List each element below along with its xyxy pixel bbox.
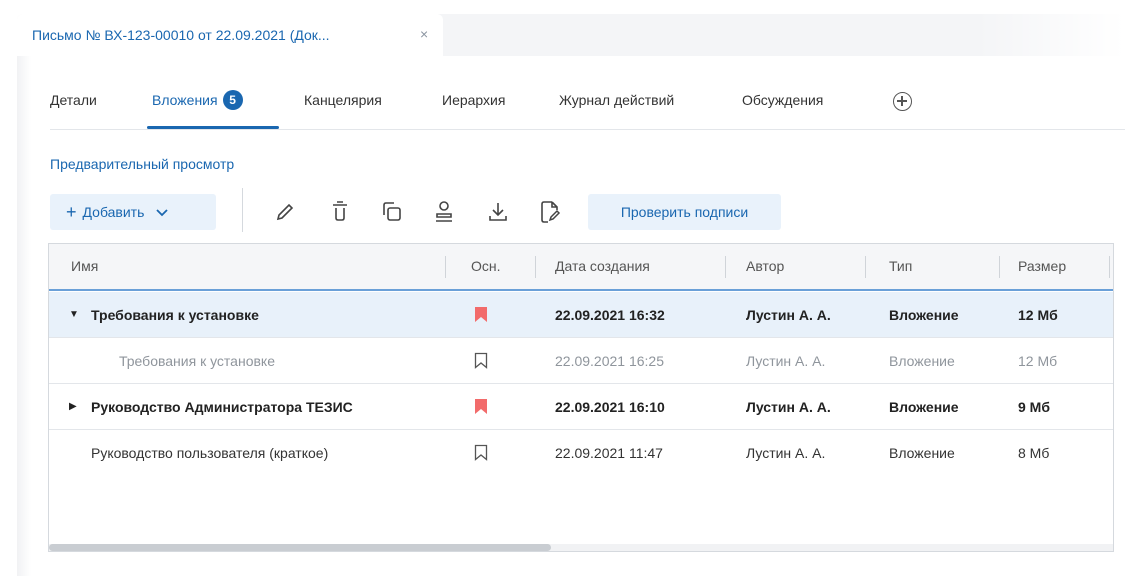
column-header-author[interactable]: Автор xyxy=(746,244,784,289)
plus-icon: + xyxy=(66,202,77,222)
cell-name: Требования к установке xyxy=(119,353,275,369)
tabs-divider xyxy=(50,129,1125,130)
cell-name: Руководство Администратора ТЕЗИС xyxy=(91,399,353,415)
preview-link[interactable]: Предварительный просмотр xyxy=(50,156,234,172)
expand-icon[interactable]: ▶ xyxy=(69,384,77,430)
cell-author: Лустин А. А. xyxy=(746,399,831,415)
cell-size: 8 Мб xyxy=(1018,445,1050,461)
tab-details-label: Детали xyxy=(50,92,97,108)
table-row[interactable]: Руководство пользователя (краткое) 22.09… xyxy=(49,430,1113,476)
cell-created: 22.09.2021 16:10 xyxy=(555,399,665,415)
table-row[interactable]: ▶ Руководство Администратора ТЕЗИС 22.09… xyxy=(49,384,1113,430)
tab-hierarchy-label: Иерархия xyxy=(442,92,506,108)
tab-hierarchy[interactable]: Иерархия xyxy=(442,86,505,130)
add-button[interactable]: + Добавить xyxy=(50,194,216,230)
column-resize-handle[interactable] xyxy=(999,256,1000,278)
document-tab[interactable]: Письмо № ВХ-123-00010 от 22.09.2021 (Док… xyxy=(17,14,443,56)
tab-action-log[interactable]: Журнал действий xyxy=(559,86,674,130)
horizontal-scrollbar-thumb[interactable] xyxy=(49,544,551,551)
cell-type: Вложение xyxy=(889,399,959,415)
attachments-count-badge: 5 xyxy=(222,90,243,110)
toolbar-divider xyxy=(242,188,243,232)
edit-icon[interactable] xyxy=(270,198,298,226)
cell-type: Вложение xyxy=(889,307,959,323)
tab-discussions-label: Обсуждения xyxy=(742,92,824,108)
cell-type: Вложение xyxy=(889,353,955,369)
table-header: Имя Осн. Дата создания Автор Тип Размер xyxy=(49,244,1113,291)
tab-office-label: Канцелярия xyxy=(304,92,382,108)
column-header-size[interactable]: Размер xyxy=(1018,244,1066,289)
table-row[interactable]: ▼ Требования к установке 22.09.2021 16:3… xyxy=(49,292,1113,338)
cell-created: 22.09.2021 16:25 xyxy=(555,353,664,369)
bookmark-outline-icon[interactable] xyxy=(474,444,488,461)
cell-size: 12 Мб xyxy=(1018,353,1058,369)
main-bookmark-icon[interactable] xyxy=(474,398,488,415)
column-resize-handle[interactable] xyxy=(445,256,446,278)
column-header-type[interactable]: Тип xyxy=(889,244,912,289)
column-resize-handle[interactable] xyxy=(725,256,726,278)
tab-attachments-label: Вложения xyxy=(152,92,218,108)
stamp-icon[interactable] xyxy=(430,198,458,226)
cell-size: 9 Мб xyxy=(1018,399,1050,415)
tab-action-log-label: Журнал действий xyxy=(559,92,675,108)
collapse-icon[interactable]: ▼ xyxy=(69,292,79,338)
bookmark-outline-icon[interactable] xyxy=(474,352,488,369)
column-header-name[interactable]: Имя xyxy=(71,244,98,289)
attachments-table: Имя Осн. Дата создания Автор Тип Размер … xyxy=(48,243,1114,552)
column-header-created[interactable]: Дата создания xyxy=(555,244,650,289)
check-signatures-button[interactable]: Проверить подписи xyxy=(588,194,781,230)
sign-icon[interactable] xyxy=(536,198,564,226)
close-icon[interactable]: × xyxy=(420,26,428,42)
cell-author: Лустин А. А. xyxy=(746,445,826,461)
column-resize-handle[interactable] xyxy=(865,256,866,278)
download-icon[interactable] xyxy=(484,198,512,226)
cell-size: 12 Мб xyxy=(1018,307,1058,323)
add-tab-icon[interactable] xyxy=(893,92,912,111)
cell-author: Лустин А. А. xyxy=(746,353,826,369)
cell-author: Лустин А. А. xyxy=(746,307,831,323)
cell-created: 22.09.2021 11:47 xyxy=(555,445,663,461)
cell-name: Требования к установке xyxy=(91,307,259,323)
cell-created: 22.09.2021 16:32 xyxy=(555,307,665,323)
tab-bar-fade xyxy=(975,14,1125,56)
tab-attachments[interactable]: Вложения 5 xyxy=(152,86,243,130)
column-header-main[interactable]: Осн. xyxy=(471,244,501,289)
cell-type: Вложение xyxy=(889,445,955,461)
tab-office[interactable]: Канцелярия xyxy=(304,86,382,130)
tab-details[interactable]: Детали xyxy=(50,86,97,130)
table-row[interactable]: Требования к установке 22.09.2021 16:25 … xyxy=(49,338,1113,384)
main-bookmark-icon[interactable] xyxy=(474,306,488,323)
tab-discussions[interactable]: Обсуждения xyxy=(742,86,823,130)
delete-icon[interactable] xyxy=(326,198,354,226)
column-resize-handle[interactable] xyxy=(535,256,536,278)
column-resize-handle[interactable] xyxy=(1109,256,1110,278)
document-tab-bar: Письмо № ВХ-123-00010 от 22.09.2021 (Док… xyxy=(17,14,1125,56)
chevron-down-icon[interactable] xyxy=(156,204,169,220)
copy-icon[interactable] xyxy=(378,198,406,226)
add-button-label: Добавить xyxy=(82,204,145,220)
document-tab-title: Письмо № ВХ-123-00010 от 22.09.2021 (Док… xyxy=(32,27,330,43)
cell-name: Руководство пользователя (краткое) xyxy=(91,445,329,461)
panel-shadow xyxy=(17,56,31,576)
